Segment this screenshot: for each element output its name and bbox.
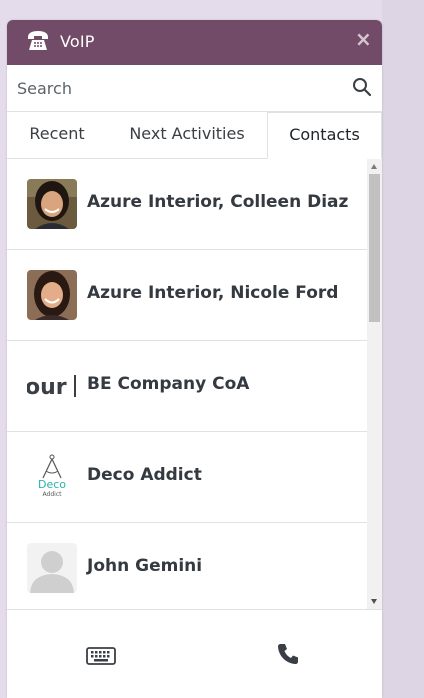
search-input[interactable] — [17, 75, 337, 101]
keyboard-icon[interactable] — [86, 646, 116, 666]
svg-text:our: our — [27, 375, 67, 400]
scroll-up-arrow-icon[interactable] — [371, 164, 377, 169]
voip-widget: VoIP × Recent Next Activities Contacts — [7, 20, 382, 698]
action-footer — [7, 609, 382, 698]
phone-call-icon[interactable] — [277, 643, 299, 665]
tab-contacts[interactable]: Contacts — [267, 112, 382, 159]
contact-name: John Gemini — [87, 556, 203, 576]
contacts-list: Azure Interior, Colleen Diaz Azure Inter… — [7, 159, 367, 609]
voip-header: VoIP × — [7, 20, 382, 65]
search-bar — [7, 65, 382, 112]
company-logo: our — [27, 361, 77, 411]
tab-bar: Recent Next Activities Contacts — [7, 112, 382, 159]
scrollbar[interactable] — [367, 159, 382, 609]
search-icon[interactable] — [352, 77, 372, 97]
contact-name: Deco Addict — [87, 465, 202, 485]
contact-row[interactable]: Deco Addict Deco Addict — [7, 432, 367, 523]
contact-avatar — [27, 270, 77, 320]
widget-title: VoIP — [60, 32, 95, 51]
contact-row[interactable]: Azure Interior, Nicole Ford — [7, 250, 367, 341]
deco-addict-logo: Deco Addict — [27, 452, 77, 502]
contact-name: BE Company CoA — [87, 374, 250, 394]
tab-next-activities[interactable]: Next Activities — [107, 112, 267, 158]
telephone-icon — [28, 31, 48, 50]
contact-avatar — [27, 179, 77, 229]
contact-name: Azure Interior, Colleen Diaz — [87, 192, 349, 212]
scroll-down-arrow-icon[interactable] — [371, 599, 377, 604]
close-icon[interactable]: × — [355, 29, 372, 49]
contact-row[interactable]: John Gemini — [7, 523, 367, 609]
contact-row[interactable]: Azure Interior, Colleen Diaz — [7, 159, 367, 250]
svg-text:Addict: Addict — [43, 491, 63, 498]
contact-row[interactable]: our BE Company CoA — [7, 341, 367, 432]
tab-recent[interactable]: Recent — [7, 112, 107, 158]
contact-name: Azure Interior, Nicole Ford — [87, 283, 339, 303]
page-background — [382, 0, 424, 698]
scrollbar-thumb[interactable] — [369, 174, 380, 322]
placeholder-avatar — [27, 543, 77, 593]
svg-text:Deco: Deco — [38, 478, 66, 491]
